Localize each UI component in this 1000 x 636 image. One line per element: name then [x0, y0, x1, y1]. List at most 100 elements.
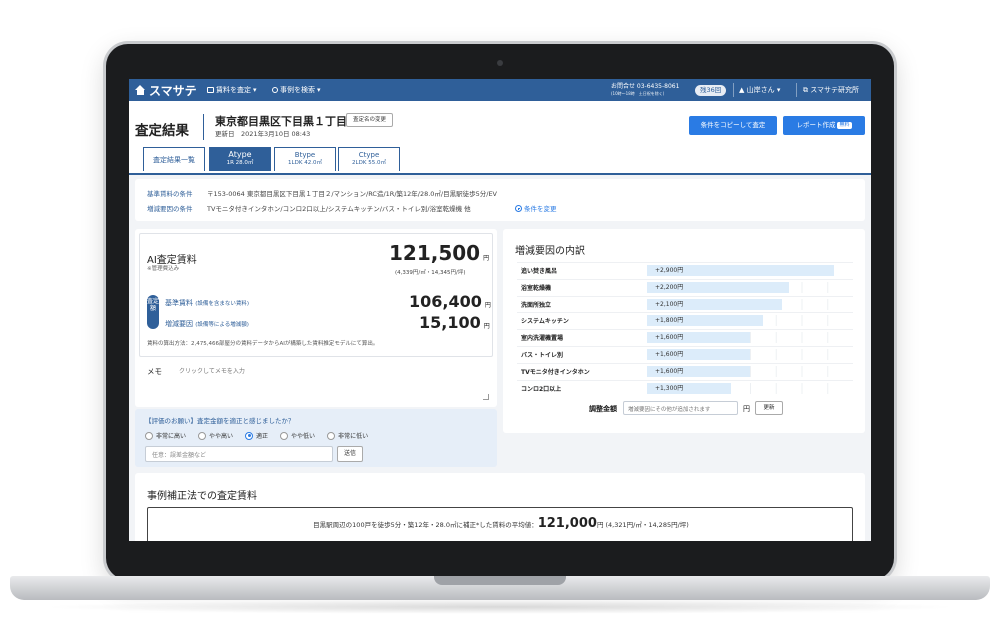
factor-amount-text: 増減要因	[165, 320, 193, 328]
factor-amount-number: 15,100	[419, 313, 481, 332]
copy-conditions-button[interactable]: 条件をコピーして査定	[689, 116, 777, 135]
user-menu[interactable]: ▲ 山岸さん ▾	[739, 85, 780, 95]
memo-label: メモ	[147, 367, 162, 376]
tab-ctype[interactable]: Ctype 2LDK 55.0㎡	[338, 147, 400, 171]
lab-link[interactable]: ⧉ スマサテ研究所	[803, 85, 859, 95]
factor-label: バス・トイレ別	[521, 352, 564, 359]
factor-bar: +1,600円	[647, 349, 750, 360]
factor-breakdown-title: 増減要因の内訳	[515, 246, 585, 257]
updated-date: 更新日 2021年3月10日 08:43	[215, 130, 311, 138]
radio-option[interactable]: やや高い	[198, 431, 233, 440]
base-rent-value: 106,400 円	[409, 292, 491, 311]
laptop-shadow	[40, 600, 960, 614]
management-fee-note: ※管理費込み	[147, 266, 180, 272]
factor-bar: +2,200円	[647, 281, 789, 293]
radio-option[interactable]: 非常に低い	[327, 431, 368, 440]
external-link-icon: ⧉	[803, 86, 808, 94]
yen-unit: 円	[483, 255, 490, 262]
factor-conditions-value: TVモニタ付きインタホン/コンロ2口以上/システムキッチン/バス・トイレ別/浴室…	[207, 205, 471, 213]
feedback-input[interactable]: 任意：誤差金額など	[145, 446, 333, 462]
factor-bar-row: 洗面所独立 +2,100円	[517, 295, 853, 311]
factor-bar: +2,900円	[647, 265, 834, 276]
tab-sublabel: 1LDK 42.0㎡	[288, 160, 322, 166]
resize-handle-icon[interactable]	[483, 394, 489, 400]
factor-bar-track: +2,100円	[647, 298, 853, 310]
adjust-yen-unit: 円	[743, 405, 750, 413]
radio-selected-icon	[245, 431, 254, 440]
plus-circle-icon	[515, 204, 522, 212]
base-rent-label: 基準賃料 (設備を含まない賃料)	[165, 298, 249, 308]
feedback-panel: 【評価のお願い】査定金額を適正と感じましたか？ 非常に高い やや高い 適正 やや…	[135, 409, 497, 467]
factor-amount-label: 増減要因 (設備等による増減額)	[165, 319, 249, 329]
top-nav: スマサテ 賃料を査定 ▾ 事例を検索 ▾ お問合せ 03-6435-8061 (…	[129, 79, 871, 101]
page-title: 査定結果	[135, 123, 189, 139]
user-icon: ▲	[739, 86, 745, 94]
tab-label: Ctype	[358, 151, 380, 159]
factor-bar-track: +1,600円	[647, 365, 853, 377]
radio-label: 適正	[256, 433, 269, 440]
estimate-badge: 査定額	[147, 295, 159, 329]
create-report-button[interactable]: レポート作成 無料	[783, 116, 865, 135]
factor-bar-track: +1,600円	[647, 349, 853, 360]
case-description: 目黒駅周辺の100戸を徒歩5分・築12年・28.0㎡に補正*した賃料の平均値：	[313, 521, 538, 529]
conditions-panel: 基準賃料の条件 〒153-0064 東京都目黒区下目黒１丁目２/マンション/RC…	[135, 179, 865, 221]
case-correction-result: 目黒駅周辺の100戸を徒歩5分・築12年・28.0㎡に補正*した賃料の平均値：1…	[147, 507, 853, 541]
tab-sublabel: 1R 28.0㎡	[226, 160, 254, 166]
case-unit-price: (4,321円/㎡・14,285円/坪)	[605, 521, 689, 529]
rename-button[interactable]: 査定名の変更	[346, 113, 394, 127]
factor-bar-track: +2,900円	[647, 265, 853, 276]
change-conditions-link[interactable]: 条件を変更	[515, 203, 557, 213]
nav-case-menu[interactable]: 事例を検索 ▾	[272, 85, 321, 95]
ai-price-value: 121,500	[389, 241, 481, 265]
case-price: 121,000	[537, 516, 597, 531]
factor-conditions-label: 増減要因の条件	[147, 205, 193, 213]
factor-bar-track: +1,800円	[647, 315, 853, 327]
radio-option[interactable]: 適正	[245, 431, 268, 440]
factor-bar-row: 室内洗濯機置場 +1,600円	[517, 329, 853, 344]
contact-hours: (10時〜18時 土日祝を除く)	[611, 91, 665, 96]
factor-bar-row: システムキッチン +1,800円	[517, 312, 853, 327]
radio-icon	[198, 431, 207, 440]
app-logo[interactable]: スマサテ	[135, 82, 197, 99]
ai-unit-price: (4,339円/㎡・14,345円/坪)	[395, 270, 466, 276]
factor-breakdown-panel: 増減要因の内訳 追い焚き風呂 +2,900円 浴室乾燥機 +2,200円 洗面所独立 +2…	[503, 229, 865, 433]
factor-label: TVモニタ付きインタホン	[521, 368, 590, 376]
factor-bar-track: +1,600円	[647, 332, 853, 344]
factor-bar: +1,800円	[647, 315, 763, 327]
update-button[interactable]: 更新	[755, 401, 783, 415]
tab-btype[interactable]: Btype 1LDK 42.0㎡	[274, 147, 336, 171]
tab-sublabel: 2LDK 55.0㎡	[352, 160, 386, 166]
factor-label: コンロ2口以上	[521, 385, 562, 393]
radio-option[interactable]: 非常に高い	[145, 431, 186, 440]
laptop-camera	[497, 60, 503, 66]
case-correction-panel: 事例補正法での査定賃料 目黒駅周辺の100戸を徒歩5分・築12年・28.0㎡に補…	[135, 473, 865, 541]
yen-unit: 円	[596, 521, 604, 529]
factor-bar-row: 追い焚き風呂 +2,900円	[517, 262, 853, 277]
case-correction-title: 事例補正法での査定賃料	[147, 491, 257, 502]
tab-atype[interactable]: Atype 1R 28.0㎡	[209, 147, 271, 171]
radio-label: 非常に高い	[156, 433, 187, 440]
radio-icon	[280, 431, 289, 440]
factor-label: 追い焚き風呂	[521, 268, 558, 275]
create-report-label: レポート作成	[796, 121, 836, 129]
base-conditions-value: 〒153-0064 東京都目黒区下目黒１丁目２/マンション/RC造/1R/築12…	[207, 190, 498, 198]
radio-label: 非常に低い	[338, 433, 369, 440]
feedback-send-button[interactable]: 送信	[337, 446, 363, 462]
tab-result-list[interactable]: 査定結果一覧	[143, 147, 205, 171]
ai-estimate-panel: AI査定賃料 ※管理費込み 121,500 円 (4,339円/㎡・14,345円…	[135, 229, 497, 407]
search-icon	[272, 87, 278, 93]
tab-label: Atype	[228, 150, 252, 159]
adjust-amount-input[interactable]: 増減要因にその他が追加されます	[623, 401, 738, 415]
factor-bar: +1,300円	[647, 382, 731, 394]
factor-bar-row: コンロ2口以上 +1,300円	[517, 379, 853, 395]
document-icon	[207, 87, 214, 93]
memo-input[interactable]: クリックしてメモを入力	[179, 366, 245, 375]
radio-option[interactable]: やや低い	[280, 431, 315, 440]
nav-rent-menu[interactable]: 賃料を査定 ▾	[207, 85, 257, 95]
lab-link-label: スマサテ研究所	[810, 86, 860, 94]
contact-phone: お問合せ 03-6435-8061	[611, 83, 680, 90]
free-badge: 無料	[837, 121, 852, 129]
yen-unit: 円	[483, 323, 490, 330]
base-rent-note: (設備を含まない賃料)	[195, 301, 250, 307]
app-screen: スマサテ 賃料を査定 ▾ 事例を検索 ▾ お問合せ 03-6435-8061 (…	[129, 79, 871, 541]
